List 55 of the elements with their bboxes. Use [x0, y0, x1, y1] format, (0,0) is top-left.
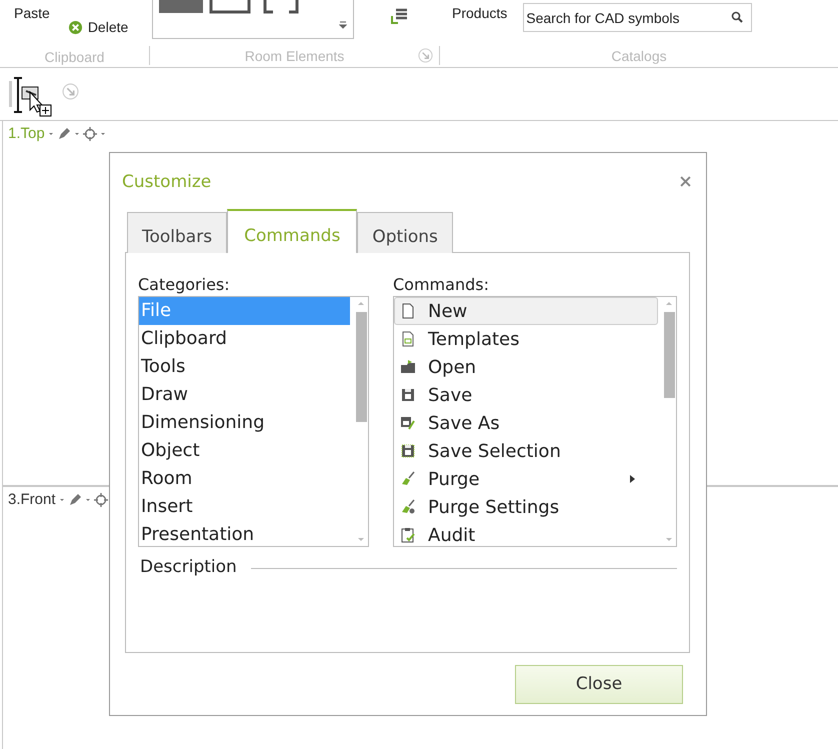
caret-icon[interactable] — [58, 496, 65, 502]
pen-icon[interactable] — [56, 126, 71, 140]
broom-icon — [400, 471, 416, 487]
dialog-title: Customize — [122, 172, 212, 192]
group-label: Catalogs — [611, 48, 667, 64]
category-item[interactable]: Draw — [139, 381, 350, 409]
caret-icon[interactable] — [100, 130, 106, 136]
document-icon — [400, 303, 416, 319]
command-item[interactable]: Save Selection — [394, 437, 658, 465]
products-button[interactable]: Products — [452, 5, 508, 21]
caret-icon[interactable] — [48, 130, 54, 136]
broom-gear-icon — [400, 499, 416, 515]
command-item[interactable]: Open — [394, 353, 658, 381]
template-icon — [400, 331, 416, 347]
room-elements-gallery[interactable] — [152, 0, 354, 39]
disk-pencil-icon — [400, 415, 416, 431]
command-item[interactable]: Save As — [394, 409, 658, 437]
list-label: Categories: — [138, 275, 231, 295]
command-item[interactable]: Save — [394, 381, 658, 409]
delete-button[interactable]: Delete — [68, 19, 128, 35]
close-button[interactable]: Close — [515, 664, 683, 704]
dropdown-icon[interactable] — [339, 21, 347, 29]
toolbar-grip[interactable] — [9, 81, 12, 107]
search-icon — [731, 11, 744, 23]
tab[interactable]: Options — [357, 212, 453, 253]
close-icon[interactable] — [680, 176, 691, 187]
command-item[interactable]: New — [394, 297, 658, 325]
viewport-label[interactable]: 3.Front — [8, 491, 56, 508]
caret-icon[interactable] — [74, 130, 80, 136]
caret-icon[interactable] — [84, 496, 91, 502]
folder-icon — [400, 359, 416, 375]
group-label: Clipboard — [44, 48, 104, 64]
command-item[interactable]: Audit — [394, 521, 658, 546]
category-item[interactable]: Tools — [139, 353, 350, 381]
group-label: Room Elements — [244, 48, 344, 64]
crosshair-icon[interactable] — [82, 126, 97, 140]
pen-icon[interactable] — [68, 492, 82, 506]
search-field[interactable]: Search for CAD symbols — [523, 3, 752, 32]
catalog-icon[interactable] — [390, 8, 408, 26]
category-item[interactable]: Room — [139, 465, 350, 493]
list-label: Commands: — [393, 275, 490, 295]
description-label: Description — [140, 557, 237, 577]
command-item[interactable]: Templates — [394, 325, 658, 353]
crosshair-icon[interactable] — [94, 492, 108, 506]
command-item[interactable]: Purge — [394, 465, 658, 493]
category-item[interactable]: Dimensioning — [139, 409, 350, 437]
category-item[interactable]: Insert — [139, 493, 350, 521]
tab[interactable]: Toolbars — [127, 212, 228, 253]
command-item[interactable]: Purge Settings — [394, 493, 658, 521]
paste-button[interactable]: Paste — [14, 5, 50, 21]
category-item[interactable]: Presentation — [139, 521, 350, 546]
clipboard-check-icon — [400, 527, 416, 543]
delete-icon — [68, 20, 83, 34]
category-item[interactable]: Clipboard — [139, 325, 350, 353]
category-item[interactable]: Object — [139, 437, 350, 465]
